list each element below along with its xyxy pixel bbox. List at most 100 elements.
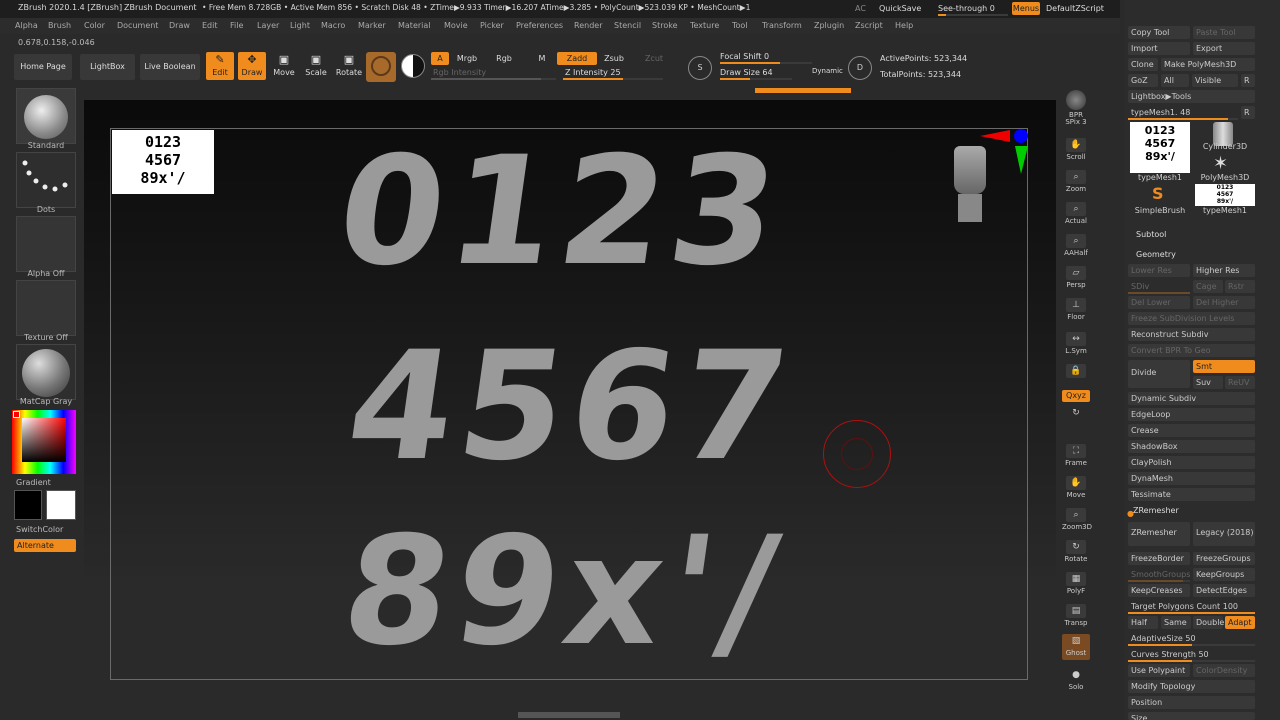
bpr-button[interactable]: BPR	[1062, 90, 1090, 119]
zremesher-button[interactable]: ZRemesher	[1128, 522, 1190, 546]
menu-draw[interactable]: Draw	[169, 21, 190, 30]
alternate-button[interactable]: Alternate	[14, 539, 76, 552]
mrgb-toggle[interactable]: Mrgb	[452, 52, 482, 65]
dynamesh-button[interactable]: DynaMesh	[1128, 472, 1255, 485]
keepgroups-button[interactable]: KeepGroups	[1193, 568, 1255, 581]
lock-button[interactable]: 🔒	[1062, 364, 1090, 390]
modify-topology-header[interactable]: Modify Topology	[1128, 680, 1255, 693]
subtool-header[interactable]: Subtool	[1136, 230, 1166, 239]
move-view-button[interactable]: ✋ Move	[1062, 476, 1090, 502]
menu-zscript[interactable]: Zscript	[855, 21, 883, 30]
curves-strength-slider[interactable]: Curves Strength 50	[1128, 648, 1255, 662]
use-polypaint-button[interactable]: Use Polypaint	[1128, 664, 1190, 677]
menu-layer[interactable]: Layer	[257, 21, 279, 30]
freezeborder-button[interactable]: FreezeBorder	[1128, 552, 1190, 565]
draw-size-slider[interactable]: Draw Size 64	[720, 68, 792, 81]
actual-button[interactable]: ⌕ Actual	[1062, 202, 1090, 228]
axis-gizmo-icon[interactable]	[980, 126, 1030, 176]
goz-visible-button[interactable]: Visible	[1192, 74, 1238, 87]
menu-file[interactable]: File	[230, 21, 243, 30]
size-header[interactable]: Size	[1128, 712, 1255, 720]
make-polymesh-button[interactable]: Make PolyMesh3D	[1161, 58, 1255, 71]
menu-macro[interactable]: Macro	[321, 21, 345, 30]
menu-edit[interactable]: Edit	[202, 21, 218, 30]
local-rotate-button[interactable]: ↻	[1062, 406, 1090, 422]
aahalf-button[interactable]: ⌕ AAHalf	[1062, 234, 1090, 260]
convert-bpr-button[interactable]: Convert BPR To Geo	[1128, 344, 1255, 357]
scroll-button[interactable]: ✋ Scroll	[1062, 138, 1090, 164]
edgeloop-button[interactable]: EdgeLoop	[1128, 408, 1255, 421]
live-boolean-button[interactable]: Live Boolean	[140, 54, 200, 80]
edit-button[interactable]: ✎ Edit	[206, 52, 234, 80]
ghost-button[interactable]: ▧ Ghost	[1062, 634, 1090, 660]
paste-tool-button[interactable]: Paste Tool	[1193, 26, 1255, 39]
copy-tool-button[interactable]: Copy Tool	[1128, 26, 1190, 39]
menu-stencil[interactable]: Stencil	[614, 21, 641, 30]
solo-button[interactable]: ● Solo	[1062, 668, 1090, 694]
texture-thumbnail[interactable]	[16, 280, 76, 336]
color-density-slider[interactable]: ColorDensity	[1193, 664, 1255, 677]
half-button[interactable]: Half	[1128, 616, 1158, 629]
switchcolor-button[interactable]: SwitchColor	[16, 525, 63, 534]
lightbox-tools-button[interactable]: Lightbox▶Tools	[1128, 90, 1255, 103]
menu-brush[interactable]: Brush	[48, 21, 71, 30]
adaptive-size-slider[interactable]: AdaptiveSize 50	[1128, 632, 1255, 646]
rstr-button[interactable]: Rstr	[1225, 280, 1255, 293]
zremesher-header[interactable]: ZRemesher	[1133, 506, 1179, 515]
export-button[interactable]: Export	[1193, 42, 1255, 55]
main-color-swatch[interactable]	[46, 490, 76, 520]
a-toggle[interactable]: A	[431, 52, 449, 65]
tessimate-button[interactable]: Tessimate	[1128, 488, 1255, 501]
polymesh-star-icon[interactable]: ✶	[1213, 153, 1228, 174]
focal-shift-icon[interactable]: S	[688, 56, 712, 80]
menu-transform[interactable]: Transform	[762, 21, 802, 30]
import-button[interactable]: Import	[1128, 42, 1190, 55]
color-picker-button[interactable]	[400, 54, 426, 80]
color-picker-square[interactable]	[22, 418, 66, 462]
menu-color[interactable]: Color	[84, 21, 105, 30]
clone-button[interactable]: Clone	[1128, 58, 1158, 71]
lower-res-button[interactable]: Lower Res	[1128, 264, 1190, 277]
rgb-toggle[interactable]: Rgb	[490, 52, 518, 65]
higher-res-button[interactable]: Higher Res	[1193, 264, 1255, 277]
reconstruct-subdiv-button[interactable]: Reconstruct Subdiv	[1128, 328, 1255, 341]
crease-button[interactable]: Crease	[1128, 424, 1255, 437]
rotate-button[interactable]: ▣ Rotate	[334, 52, 364, 80]
target-polygons-slider[interactable]: Target Polygons Count 100	[1128, 600, 1255, 614]
simplebrush-icon[interactable]: S	[1152, 184, 1164, 203]
menu-alpha[interactable]: Alpha	[15, 21, 38, 30]
scale-button[interactable]: ▣ Scale	[302, 52, 330, 80]
reuv-toggle[interactable]: ReUV	[1225, 376, 1255, 389]
position-header[interactable]: Position	[1128, 696, 1255, 709]
menu-movie[interactable]: Movie	[444, 21, 468, 30]
del-higher-button[interactable]: Del Higher	[1193, 296, 1255, 309]
home-page-button[interactable]: Home Page	[14, 54, 72, 80]
canvas-scroll-handle[interactable]	[518, 712, 620, 718]
alpha-thumbnail[interactable]	[16, 216, 76, 272]
suv-toggle[interactable]: Suv	[1193, 376, 1223, 389]
matcap-thumbnail[interactable]	[16, 344, 76, 400]
zcut-toggle[interactable]: Zcut	[640, 52, 668, 65]
goz-r-button[interactable]: R	[1241, 74, 1255, 87]
menu-material[interactable]: Material	[398, 21, 431, 30]
del-lower-button[interactable]: Del Lower	[1128, 296, 1190, 309]
qxyz-button[interactable]: Qxyz	[1062, 390, 1090, 404]
zintensity-icon[interactable]: D	[848, 56, 872, 80]
material-swatch[interactable]	[366, 52, 396, 82]
menu-zplugin[interactable]: Zplugin	[814, 21, 844, 30]
zoom-button[interactable]: ⌕ Zoom	[1062, 170, 1090, 196]
persp-button[interactable]: ▱ Persp	[1062, 266, 1090, 292]
menu-light[interactable]: Light	[290, 21, 310, 30]
menu-preferences[interactable]: Preferences	[516, 21, 563, 30]
secondary-color-swatch[interactable]	[14, 490, 42, 520]
zsub-toggle[interactable]: Zsub	[600, 52, 628, 65]
focal-shift-slider[interactable]: Focal Shift 0	[720, 52, 812, 65]
menus-button[interactable]: Menus	[1012, 2, 1040, 15]
goz-all-button[interactable]: All	[1161, 74, 1189, 87]
dots-stroke-thumbnail[interactable]	[16, 152, 76, 208]
sdiv-slider[interactable]: SDiv	[1128, 280, 1190, 294]
goz-button[interactable]: GoZ	[1128, 74, 1158, 87]
smt-toggle[interactable]: Smt	[1193, 360, 1255, 373]
menu-picker[interactable]: Picker	[480, 21, 504, 30]
legacy-button[interactable]: Legacy (2018)	[1193, 522, 1255, 546]
